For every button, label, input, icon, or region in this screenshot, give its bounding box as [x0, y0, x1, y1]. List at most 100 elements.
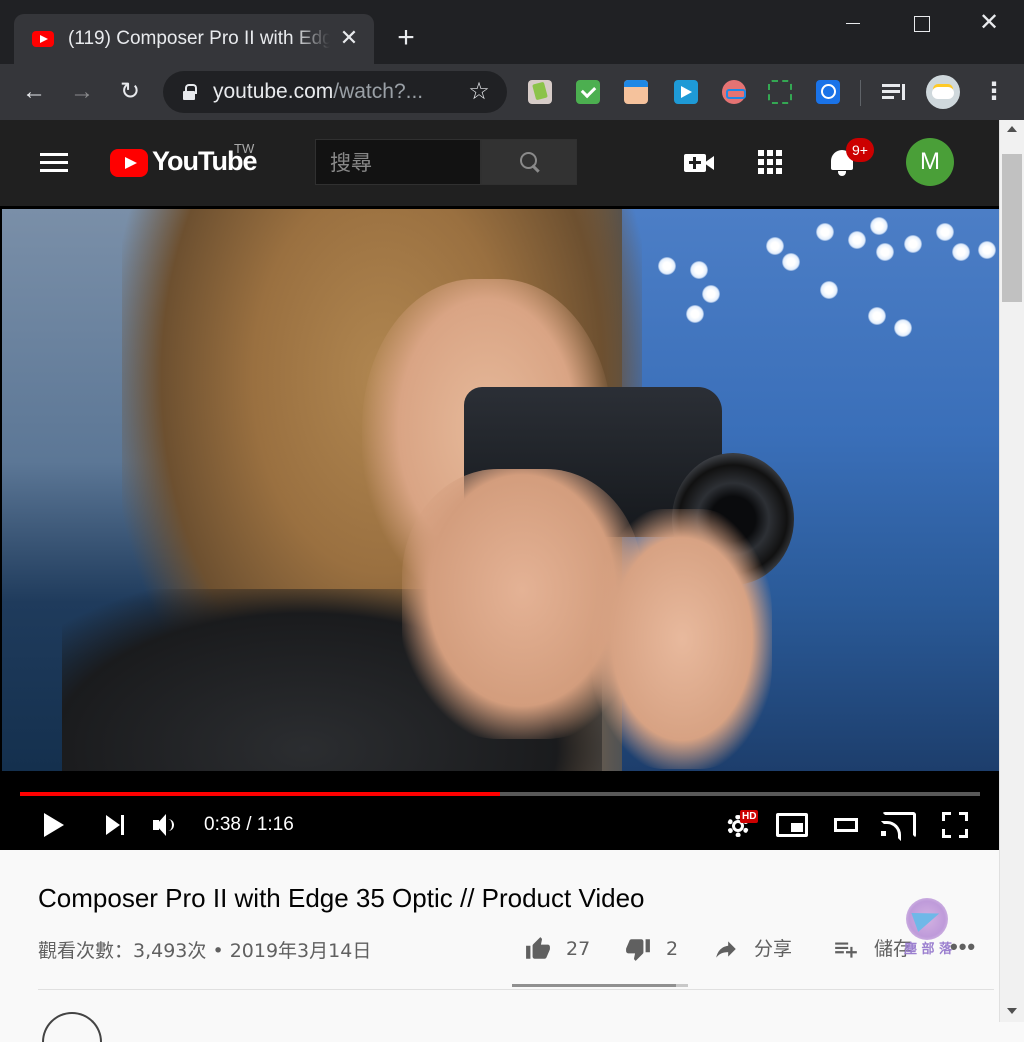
- bokeh-light: [952, 243, 970, 261]
- page-scrollbar[interactable]: [999, 120, 1024, 1022]
- miniplayer-icon[interactable]: [776, 813, 808, 837]
- url-path: /watch?...: [333, 80, 424, 103]
- window-close-button[interactable]: ✕: [966, 8, 1012, 40]
- screenshot-frame-icon[interactable]: [768, 80, 792, 104]
- bokeh-light: [690, 261, 708, 279]
- bokeh-light: [686, 305, 704, 323]
- notifications-bell-icon[interactable]: 9+: [828, 138, 874, 178]
- browser-tab-active[interactable]: (119) Composer Pro II with Edge 35 Optic…: [14, 14, 374, 64]
- browser-tab-strip: (119) Composer Pro II with Edge 35 Optic…: [0, 0, 1024, 64]
- bokeh-light: [894, 319, 912, 337]
- settings-gear-icon[interactable]: HD: [724, 810, 759, 840]
- share-button[interactable]: 分享: [712, 934, 800, 964]
- address-bar[interactable]: youtube.com/watch?... ☆: [163, 71, 507, 113]
- bokeh-light: [870, 217, 888, 235]
- scroll-up-arrow-icon[interactable]: [1007, 126, 1017, 132]
- bookmark-star-icon[interactable]: ☆: [465, 78, 493, 106]
- youtube-favicon-icon: [32, 31, 54, 47]
- tab-close-icon[interactable]: ✕: [338, 26, 360, 50]
- video-title: Composer Pro II with Edge 35 Optic // Pr…: [38, 883, 645, 913]
- bokeh-light: [782, 253, 800, 271]
- dislike-button[interactable]: 2: [624, 934, 680, 964]
- bokeh-light: [816, 223, 834, 241]
- url-host: youtube.com: [213, 80, 334, 103]
- progress-bar[interactable]: [20, 792, 980, 796]
- bokeh-light: [868, 307, 886, 325]
- box-face-icon[interactable]: [624, 80, 648, 104]
- user-avatar[interactable]: M: [906, 138, 954, 186]
- share-label: 分享: [754, 938, 793, 960]
- url-text[interactable]: youtube.com/watch?...: [213, 80, 423, 104]
- reload-button[interactable]: ↻: [114, 76, 146, 108]
- like-dislike-ratio-bar: [512, 984, 688, 987]
- bokeh-light: [820, 281, 838, 299]
- hd-badge: HD: [740, 810, 759, 823]
- play-icon[interactable]: [40, 811, 66, 839]
- like-count: 27: [566, 938, 591, 960]
- bokeh-light: [936, 223, 954, 241]
- thumbs-down-icon: [626, 939, 650, 961]
- view-count: 觀看次數：3,493次: [38, 940, 207, 962]
- volume-icon[interactable]: [152, 813, 178, 837]
- hamburger-menu-icon[interactable]: [40, 153, 70, 173]
- bokeh-light: [978, 241, 996, 259]
- toolbar-divider: [860, 80, 861, 106]
- evernote-clipper-icon[interactable]: [528, 80, 552, 104]
- watermark-text: 塵 部 落: [904, 942, 953, 957]
- channel-avatar[interactable]: [42, 1012, 102, 1042]
- bokeh-light: [876, 243, 894, 261]
- video-frame[interactable]: [2, 209, 999, 771]
- thumbs-up-icon: [526, 937, 550, 959]
- new-tab-button[interactable]: +: [392, 23, 420, 54]
- media-queue-icon[interactable]: [880, 78, 908, 106]
- lock-icon[interactable]: [183, 84, 197, 100]
- forward-button[interactable]: →: [66, 76, 98, 108]
- todo-check-icon[interactable]: [576, 80, 600, 104]
- youtube-play-logo-icon: [110, 149, 148, 177]
- search-icon: [520, 152, 542, 174]
- like-button[interactable]: 27: [524, 934, 590, 964]
- apps-grid-icon[interactable]: [758, 150, 784, 176]
- tab-title: (119) Composer Pro II with Edge 35 Optic…: [68, 28, 330, 49]
- cast-icon[interactable]: [881, 812, 916, 841]
- scrollbar-thumb[interactable]: [1002, 154, 1022, 302]
- duration: 1:16: [256, 814, 294, 835]
- like-ratio-fill: [512, 984, 676, 987]
- bokeh-light: [658, 257, 676, 275]
- share-arrow-icon: [716, 941, 736, 958]
- bokeh-light: [904, 235, 922, 253]
- region-code: TW: [234, 141, 255, 156]
- bokeh-light: [766, 237, 784, 255]
- current-time: 0:38: [204, 814, 241, 835]
- publish-date: 2019年3月14日: [229, 940, 372, 962]
- search-box[interactable]: [315, 139, 481, 185]
- window-minimize-button[interactable]: [830, 8, 876, 40]
- progress-bar-played: [20, 792, 500, 796]
- video-info-section: Composer Pro II with Edge 35 Optic // Pr…: [0, 850, 999, 1042]
- scroll-down-arrow-icon[interactable]: [1007, 1008, 1017, 1014]
- time-separator: /: [240, 814, 257, 835]
- meta-separator: •: [206, 940, 230, 962]
- playlist-add-icon: [835, 942, 857, 958]
- site-watermark-logo: 塵 部 落: [898, 898, 962, 958]
- next-video-icon[interactable]: [104, 813, 128, 837]
- youtube-masthead: YouTube TW 9+ M: [0, 120, 999, 206]
- bokeh-light: [702, 285, 720, 303]
- browser-toolbar: ← → ↻ youtube.com/watch?... ☆ ⋮: [0, 64, 1024, 120]
- video-player[interactable]: 0:38 / 1:16 HD: [0, 206, 999, 850]
- arrow-forward-ext-icon[interactable]: [674, 80, 698, 104]
- section-divider: [38, 989, 994, 990]
- bokeh-light: [848, 231, 866, 249]
- video-subject-hand-right: [592, 509, 772, 769]
- search-input[interactable]: [330, 150, 470, 176]
- chrome-profile-avatar[interactable]: [926, 75, 960, 109]
- fullscreen-icon[interactable]: [942, 812, 968, 838]
- create-video-icon[interactable]: [684, 150, 716, 176]
- zoom-search-ext-icon[interactable]: [816, 80, 840, 104]
- search-button[interactable]: [481, 139, 577, 185]
- chrome-menu-icon[interactable]: ⋮: [982, 78, 1006, 106]
- back-button[interactable]: ←: [18, 76, 50, 108]
- theater-mode-icon[interactable]: [834, 818, 858, 832]
- glasses-face-icon[interactable]: [722, 80, 746, 104]
- window-maximize-button[interactable]: [898, 8, 944, 40]
